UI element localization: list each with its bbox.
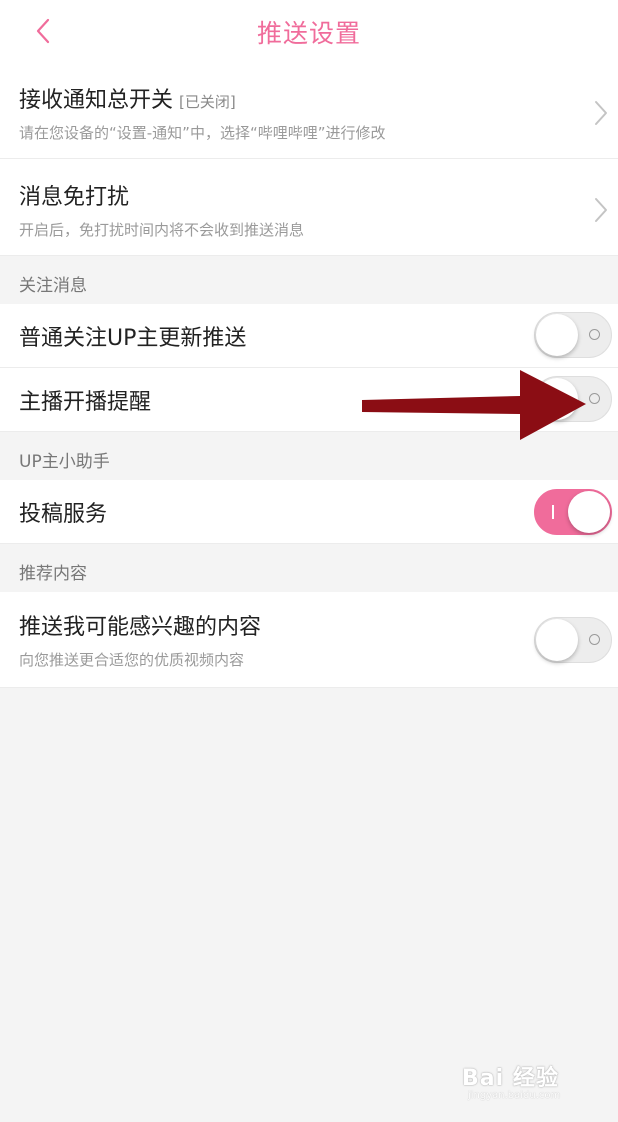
live-alert-title: 主播开播提醒	[19, 390, 152, 415]
do-not-disturb-subtitle: 开启后，免打扰时间内将不会收到推送消息	[19, 221, 305, 239]
watermark-text: Bai 经验	[462, 1066, 559, 1091]
submission-service-row: 投稿服务	[0, 480, 618, 544]
watermark-logo: Bai 经验 jingyan.baidu.com	[462, 1060, 582, 1112]
toggle-off-indicator-icon	[589, 634, 600, 645]
live-alert-toggle[interactable]	[534, 376, 612, 422]
master-notification-title: 接收通知总开关	[19, 88, 174, 113]
section-header-up-helper: UP主小助手	[0, 432, 618, 480]
submission-service-title: 投稿服务	[19, 502, 108, 527]
toggle-knob	[536, 314, 578, 356]
status-badge: [已关闭]	[179, 93, 236, 111]
toggle-off-indicator-icon	[589, 329, 600, 340]
chevron-right-icon	[595, 198, 607, 222]
submission-service-toggle[interactable]	[534, 489, 612, 535]
section-header-recommend: 推荐内容	[0, 544, 618, 592]
follow-update-toggle[interactable]	[534, 312, 612, 358]
chevron-right-icon	[595, 101, 607, 125]
recommend-push-title: 推送我可能感兴趣的内容	[19, 615, 262, 640]
recommend-push-subtitle: 向您推送更合适您的优质视频内容	[19, 651, 245, 669]
toggle-knob	[536, 378, 578, 420]
toggle-off-indicator-icon	[589, 393, 600, 404]
section-label-recommend: 推荐内容	[19, 564, 87, 584]
follow-update-title: 普通关注UP主更新推送	[19, 326, 247, 351]
master-notification-row[interactable]: 接收通知总开关 [已关闭] 请在您设备的“设置-通知”中，选择“哔哩哔哩”进行修改	[0, 62, 618, 159]
watermark-url: jingyan.baidu.com	[468, 1090, 561, 1101]
recommend-push-row: 推送我可能感兴趣的内容 向您推送更合适您的优质视频内容	[0, 592, 618, 688]
follow-update-row: 普通关注UP主更新推送	[0, 304, 618, 368]
section-header-follow: 关注消息	[0, 256, 618, 304]
section-label-up-helper: UP主小助手	[19, 452, 110, 472]
do-not-disturb-row[interactable]: 消息免打扰 开启后，免打扰时间内将不会收到推送消息	[0, 159, 618, 256]
navigation-bar: 推送设置	[0, 0, 618, 62]
do-not-disturb-title: 消息免打扰	[19, 185, 130, 210]
toggle-knob	[536, 619, 578, 661]
recommend-push-toggle[interactable]	[534, 617, 612, 663]
toggle-knob	[568, 491, 610, 533]
page-title: 推送设置	[256, 19, 361, 48]
master-notification-subtitle: 请在您设备的“设置-通知”中，选择“哔哩哔哩”进行修改	[19, 124, 386, 142]
live-alert-row: 主播开播提醒	[0, 368, 618, 432]
section-label-follow: 关注消息	[19, 276, 87, 296]
toggle-on-indicator-icon	[552, 505, 554, 519]
